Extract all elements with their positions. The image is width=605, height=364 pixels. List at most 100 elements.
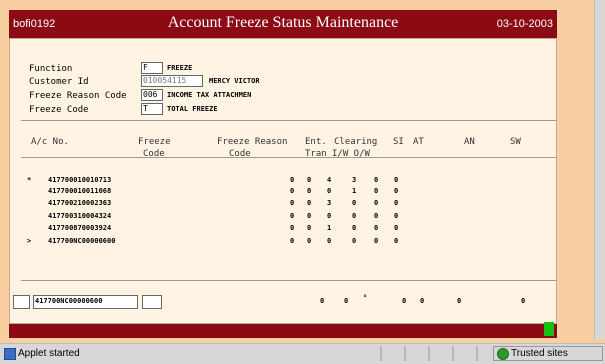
si-value: 0 xyxy=(374,212,379,220)
column-header-freeze-reason-line2: Code xyxy=(229,149,251,159)
freeze-code-label: Freeze Code xyxy=(29,105,89,115)
ent-tran-count: 0 xyxy=(307,176,312,184)
customer-id-input[interactable]: 010054115 xyxy=(141,75,203,87)
function-description: FREEZE xyxy=(167,64,193,72)
ent-tran-value: 0 xyxy=(290,237,295,245)
divider xyxy=(21,120,557,121)
account-number: 417700NC00000600 xyxy=(48,237,116,245)
clearing-ow: 1 xyxy=(352,187,357,195)
bottom-divider xyxy=(21,280,557,281)
clearing-ow: 0 xyxy=(352,212,357,220)
si-value: 0 xyxy=(374,237,379,245)
freeze-reason-code-input[interactable]: 006 xyxy=(141,89,163,101)
bottom-at-value: 0 xyxy=(420,297,425,305)
account-number: 417700870003924 xyxy=(48,224,112,232)
status-separator xyxy=(428,346,430,361)
freeze-reason-description: INCOME TAX ATTACHMEN xyxy=(167,91,252,99)
ent-tran-count: 0 xyxy=(307,224,312,232)
freeze-code-input[interactable]: T xyxy=(141,103,163,115)
column-header-freeze-reason: Freeze Reason xyxy=(217,137,288,147)
row-marker: > xyxy=(27,237,32,245)
clearing-iw: 0 xyxy=(327,187,332,195)
column-header-at: AT xyxy=(413,137,424,147)
function-input[interactable]: F xyxy=(141,62,163,74)
bottom-iw-value: 0 xyxy=(344,297,349,305)
trusted-sites-label: Trusted sites xyxy=(511,348,568,359)
form-panel: Function F FREEZE Customer Id 010054115 … xyxy=(9,38,557,324)
column-header-freeze-code: Freeze xyxy=(138,137,171,147)
clearing-ow: 0 xyxy=(352,237,357,245)
security-zone[interactable]: Trusted sites xyxy=(493,346,603,361)
si-value: 0 xyxy=(374,187,379,195)
si-value: 0 xyxy=(374,176,379,184)
bottom-si-value: 0 xyxy=(402,297,407,305)
status-separator xyxy=(404,346,406,361)
at-value: 0 xyxy=(394,176,399,184)
clearing-iw: 3 xyxy=(327,199,332,207)
column-header-si: SI xyxy=(393,137,404,147)
status-separator xyxy=(380,346,382,361)
header-divider xyxy=(21,157,557,158)
status-indicator xyxy=(544,322,554,336)
at-value: 0 xyxy=(394,187,399,195)
si-value: 0 xyxy=(374,224,379,232)
customer-name: MERCY VICTOR xyxy=(209,77,260,85)
bottom-an-value: 0 xyxy=(457,297,462,305)
ent-tran-value: 0 xyxy=(290,199,295,207)
column-header-an: AN xyxy=(464,137,475,147)
freeze-code-description: TOTAL FREEZE xyxy=(167,105,218,113)
column-header-freeze-code-line2: Code xyxy=(143,149,165,159)
clearing-iw: 1 xyxy=(327,224,332,232)
at-value: 0 xyxy=(394,212,399,220)
status-separator xyxy=(476,346,478,361)
ent-tran-value: 0 xyxy=(290,224,295,232)
column-header-sw: SW xyxy=(510,137,521,147)
page-title: Account Freeze Status Maintenance xyxy=(167,14,399,31)
row-marker: * xyxy=(27,176,32,184)
ent-tran-count: 0 xyxy=(307,187,312,195)
date-label: 03-10-2003 xyxy=(496,18,553,30)
bottom-ow-value: ° xyxy=(363,294,368,302)
trusted-sites-icon xyxy=(497,348,509,360)
account-number: 417700210002363 xyxy=(48,199,112,207)
status-bar: Applet started Trusted sites xyxy=(0,343,605,364)
clearing-ow: 0 xyxy=(352,224,357,232)
column-header-acno: A/c No. xyxy=(31,137,69,147)
ent-tran-count: 0 xyxy=(307,237,312,245)
clearing-ow: 0 xyxy=(352,199,357,207)
column-header-tran: Tran xyxy=(305,149,327,159)
title-bar: bofi0192 Account Freeze Status Maintenan… xyxy=(9,10,557,38)
account-number-input[interactable]: 417700NC00000600 xyxy=(33,295,138,309)
vertical-scrollbar[interactable] xyxy=(594,0,605,339)
ent-tran-value: 0 xyxy=(290,212,295,220)
bottom-sw-value: 0 xyxy=(521,297,526,305)
marker-input[interactable] xyxy=(13,295,30,309)
at-value: 0 xyxy=(394,224,399,232)
clearing-ow: 3 xyxy=(352,176,357,184)
column-header-clearing: Clearing xyxy=(334,137,378,147)
bottom-ent-value: 0 xyxy=(320,297,325,305)
freeze-reason-code-label: Freeze Reason Code xyxy=(29,91,127,101)
account-number: 417700310004324 xyxy=(48,212,112,220)
account-number: 417700010010713 xyxy=(48,176,112,184)
freeze-code-edit-input[interactable] xyxy=(142,295,162,309)
clearing-iw: 4 xyxy=(327,176,332,184)
function-label: Function xyxy=(29,64,73,74)
account-number: 417700010011068 xyxy=(48,187,112,195)
status-text: Applet started xyxy=(18,348,80,359)
customer-id-label: Customer Id xyxy=(29,77,89,87)
column-header-iw-ow: I/W O/W xyxy=(332,149,370,159)
ent-tran-value: 0 xyxy=(290,176,295,184)
at-value: 0 xyxy=(394,237,399,245)
applet-icon xyxy=(4,348,16,360)
column-header-ent: Ent. xyxy=(305,137,327,147)
ent-tran-count: 0 xyxy=(307,212,312,220)
ent-tran-count: 0 xyxy=(307,199,312,207)
clearing-iw: 0 xyxy=(327,212,332,220)
clearing-iw: 0 xyxy=(327,237,332,245)
ent-tran-value: 0 xyxy=(290,187,295,195)
status-separator xyxy=(452,346,454,361)
at-value: 0 xyxy=(394,199,399,207)
footer-bar xyxy=(9,324,557,338)
si-value: 0 xyxy=(374,199,379,207)
